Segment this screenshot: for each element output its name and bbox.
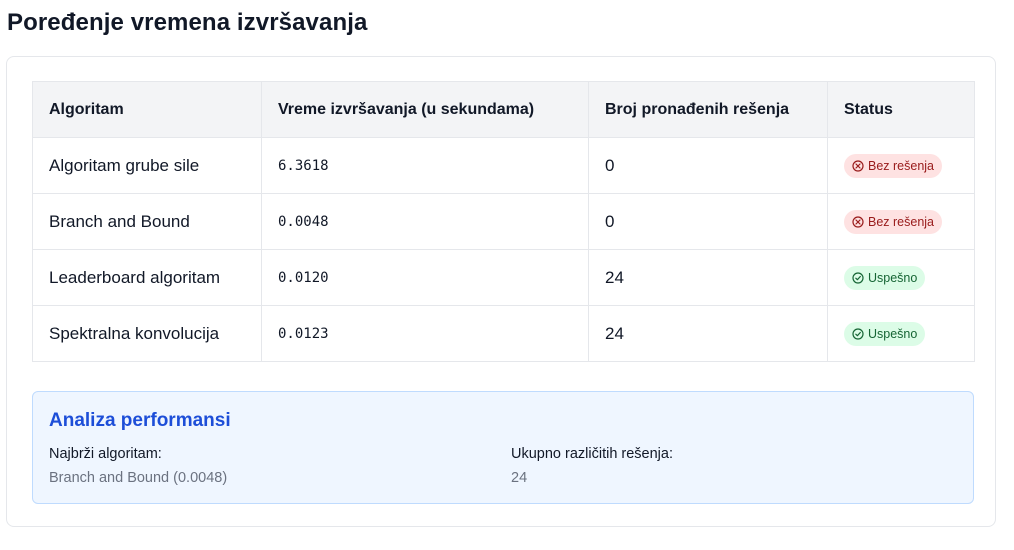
table-row: Leaderboard algoritam 0.0120 24 Uspešno	[32, 249, 975, 306]
status-badge-label: Bez rešenja	[868, 214, 935, 229]
analysis-title: Analiza performansi	[49, 410, 231, 431]
solutions-cell: 0	[588, 137, 828, 194]
status-badge: Uspešno	[844, 321, 926, 346]
algorithm-cell: Branch and Bound	[32, 193, 262, 250]
page-title: Poređenje vremena izvršavanja	[7, 9, 368, 36]
status-cell: Bez rešenja	[827, 137, 975, 194]
status-badge-label: Uspešno	[868, 270, 918, 285]
table-row: Spektralna konvolucija 0.0123 24 Uspešno	[32, 305, 975, 362]
column-header-algorithm: Algoritam	[32, 81, 262, 138]
fastest-algorithm-value: Branch and Bound (0.0048)	[49, 470, 228, 486]
total-solutions-metric: Ukupno različitih rešenja: 24	[511, 446, 673, 486]
status-badge: Uspešno	[844, 265, 926, 290]
check-circle-icon	[852, 327, 864, 340]
status-badge: Bez rešenja	[844, 153, 943, 178]
performance-analysis-panel: Analiza performansi Najbrži algoritam: B…	[32, 391, 974, 504]
status-badge-label: Bez rešenja	[868, 158, 935, 173]
algorithm-cell: Algoritam grube sile	[32, 137, 262, 194]
time-cell: 0.0120	[261, 249, 589, 306]
time-cell: 0.0048	[261, 193, 589, 250]
table-row: Algoritam grube sile 6.3618 0 Bez rešenj…	[32, 137, 975, 194]
column-header-status: Status	[827, 81, 975, 138]
fastest-algorithm-metric: Najbrži algoritam: Branch and Bound (0.0…	[49, 446, 227, 486]
status-cell: Uspešno	[827, 305, 975, 362]
status-cell: Bez rešenja	[827, 193, 975, 250]
time-cell: 0.0123	[261, 305, 589, 362]
solutions-cell: 0	[588, 193, 828, 250]
solutions-cell: 24	[588, 249, 828, 306]
x-circle-icon	[852, 215, 864, 228]
results-card: Algoritam Vreme izvršavanja (u sekundama…	[6, 56, 996, 527]
x-circle-icon	[852, 159, 864, 172]
results-table: Algoritam Vreme izvršavanja (u sekundama…	[32, 81, 975, 362]
status-badge-label: Uspešno	[868, 326, 918, 341]
total-solutions-label: Ukupno različitih rešenja:	[511, 446, 673, 462]
check-circle-icon	[852, 271, 864, 284]
time-cell: 6.3618	[261, 137, 589, 194]
solutions-cell: 24	[588, 305, 828, 362]
algorithm-cell: Leaderboard algoritam	[32, 249, 262, 306]
total-solutions-value: 24	[511, 470, 528, 486]
algorithm-cell: Spektralna konvolucija	[32, 305, 262, 362]
table-row: Branch and Bound 0.0048 0 Bez rešenja	[32, 193, 975, 250]
column-header-solutions: Broj pronađenih rešenja	[588, 81, 828, 138]
column-header-time: Vreme izvršavanja (u sekundama)	[261, 81, 589, 138]
status-badge: Bez rešenja	[844, 209, 943, 234]
table-header-row: Algoritam Vreme izvršavanja (u sekundama…	[32, 81, 975, 138]
fastest-algorithm-label: Najbrži algoritam:	[49, 446, 162, 462]
status-cell: Uspešno	[827, 249, 975, 306]
